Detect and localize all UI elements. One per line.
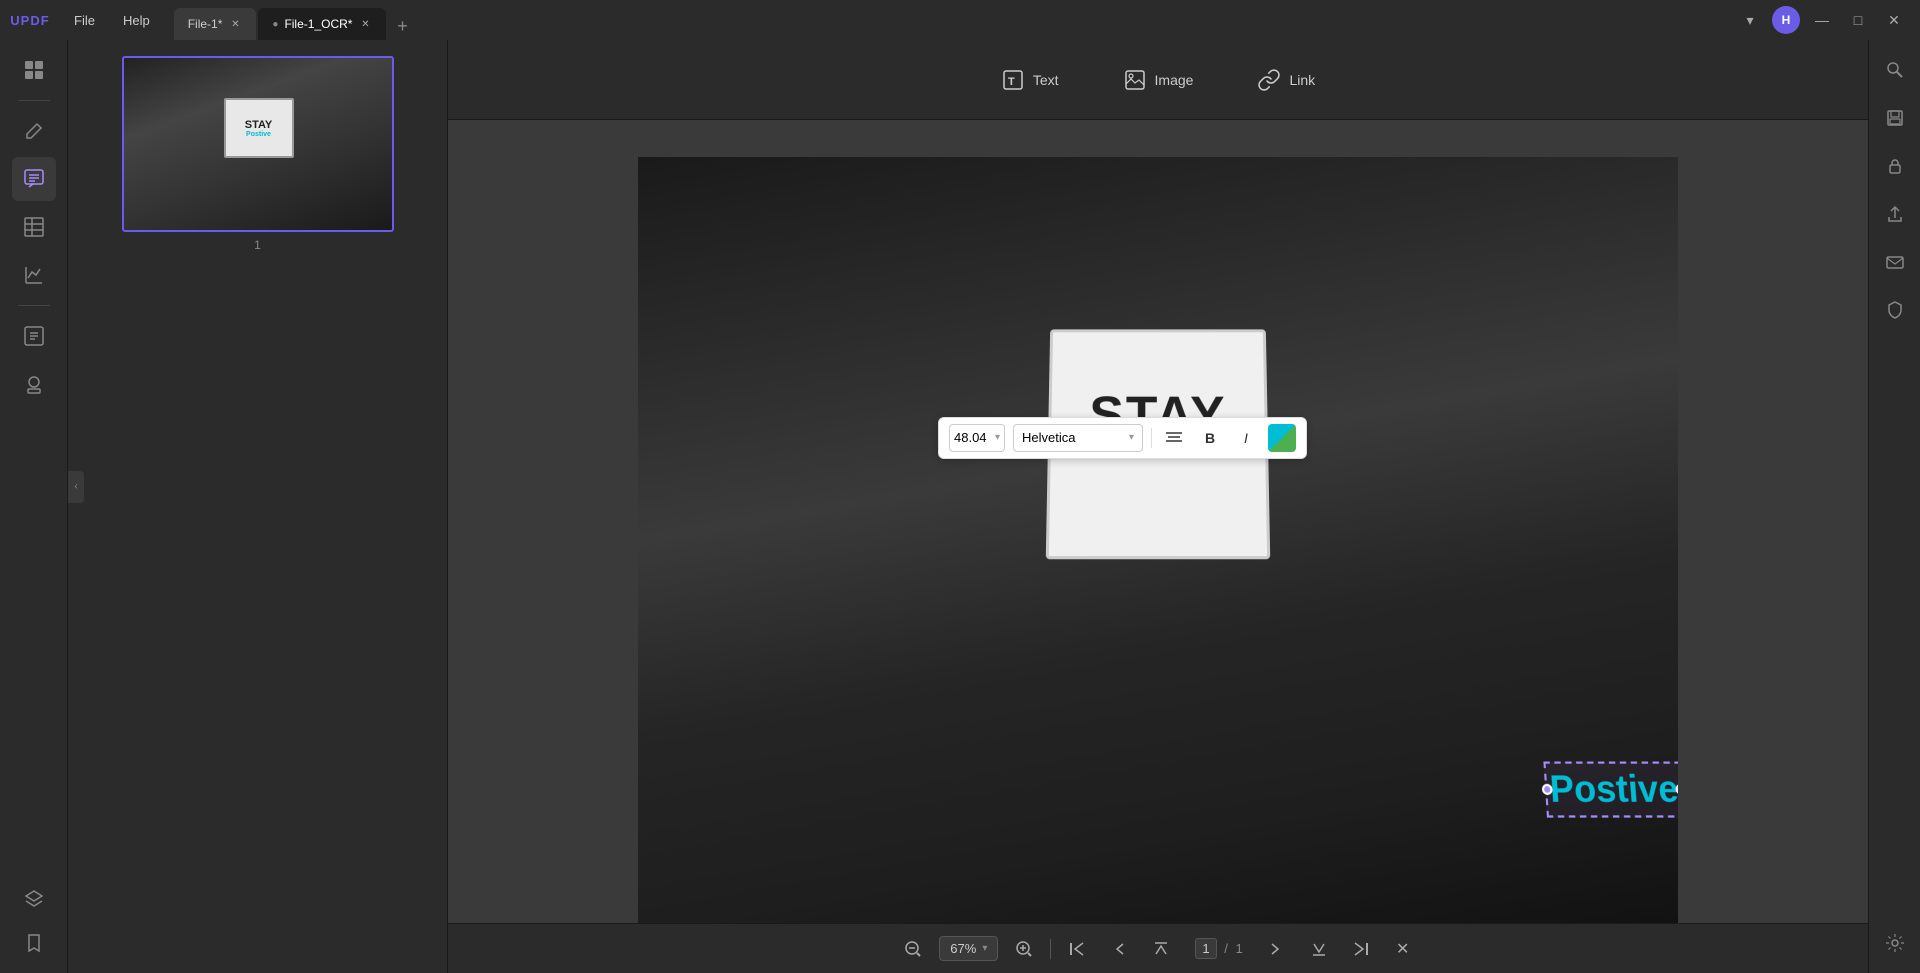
window-close-btn[interactable]: ✕ — [1880, 6, 1908, 34]
tab-file1-ocr-close[interactable]: ✕ — [358, 17, 372, 31]
sidebar-comment-icon[interactable] — [12, 157, 56, 201]
text-selection-box[interactable]: Postive — [1543, 761, 1678, 817]
thumbnail-page-1[interactable]: STAY Postive 1 — [122, 56, 394, 252]
menu-file[interactable]: File — [60, 0, 109, 40]
selection-handle-left[interactable] — [1542, 783, 1553, 794]
bottom-divider-1 — [1050, 939, 1051, 959]
prev-page-top-btn[interactable] — [1145, 933, 1177, 965]
app-logo: UPDF — [0, 13, 60, 28]
page-separator: / — [1224, 941, 1228, 956]
zoom-value: 67% — [950, 941, 976, 956]
tab-file1-ocr-bullet: ● — [272, 19, 278, 30]
zoom-in-btn[interactable] — [1008, 933, 1040, 965]
thumbnail-page-number: 1 — [254, 238, 261, 252]
tab-file1-ocr-label: File-1_OCR* — [284, 17, 352, 31]
tabs-area: File-1* ✕ ● File-1_OCR* ✕ + — [164, 0, 1736, 40]
user-avatar[interactable]: H — [1772, 6, 1800, 34]
right-security-icon[interactable] — [1873, 288, 1917, 332]
sidebar-bottom-group — [12, 877, 56, 965]
prev-page-btn[interactable] — [1103, 933, 1135, 965]
sidebar-divider-1 — [18, 100, 50, 101]
font-name-select[interactable]: Helvetica ▾ — [1013, 424, 1143, 452]
last-page-btn[interactable] — [1345, 933, 1377, 965]
thumbnail-sign-stay: STAY — [245, 119, 273, 131]
sidebar-collapse-arrow[interactable]: ‹ — [68, 471, 84, 503]
right-plugin-icon[interactable] — [1873, 921, 1917, 965]
main-area: ‹ STAY Postive 1 T — [0, 40, 1920, 973]
right-sidebar — [1868, 40, 1920, 973]
menu-help[interactable]: Help — [109, 0, 164, 40]
bottom-bar: 67% ▾ — [448, 923, 1868, 973]
thumbnail-sign-positive: Postive — [246, 131, 271, 138]
sidebar-edit-icon[interactable] — [12, 109, 56, 153]
sidebar-extra-icon[interactable] — [12, 314, 56, 358]
toolbar-text-icon: T — [1001, 68, 1025, 92]
thumbnail-panel: STAY Postive 1 — [68, 40, 448, 973]
next-page-bottom-btn[interactable] — [1303, 933, 1335, 965]
toolbar-link-label: Link — [1289, 72, 1315, 88]
font-size-input[interactable]: 48.04 ▾ — [949, 424, 1005, 452]
first-page-btn[interactable] — [1061, 933, 1093, 965]
align-btn[interactable] — [1160, 424, 1188, 452]
sidebar-layers-icon[interactable] — [12, 877, 56, 921]
font-name-value: Helvetica — [1022, 430, 1075, 445]
font-size-arrow: ▾ — [995, 432, 1000, 443]
toolbar-link-btn[interactable]: Link — [1241, 60, 1331, 100]
toolbar-link-icon — [1257, 68, 1281, 92]
ft-divider-1 — [1151, 428, 1152, 448]
svg-text:T: T — [1008, 76, 1015, 88]
content-area: T Text Image — [448, 40, 1868, 973]
zoom-arrow: ▾ — [982, 943, 987, 954]
dropdown-btn[interactable]: ▾ — [1736, 6, 1764, 34]
page-display: 1 / 1 — [1187, 941, 1250, 956]
total-pages: 1 — [1235, 941, 1242, 956]
bold-btn[interactable]: B — [1196, 424, 1224, 452]
font-name-arrow: ▾ — [1129, 432, 1134, 443]
titlebar: UPDF File Help File-1* ✕ ● File-1_OCR* ✕… — [0, 0, 1920, 40]
sidebar-thumbnails-icon[interactable] — [12, 48, 56, 92]
right-email-icon[interactable] — [1873, 240, 1917, 284]
format-toolbar: 48.04 ▾ Helvetica ▾ — [938, 417, 1307, 459]
tab-file1-label: File-1* — [188, 17, 223, 31]
zoom-out-btn[interactable] — [897, 933, 929, 965]
tab-file1-ocr[interactable]: ● File-1_OCR* ✕ — [258, 8, 386, 40]
right-search-icon[interactable] — [1873, 48, 1917, 92]
sidebar-bookmark-icon[interactable] — [12, 921, 56, 965]
sidebar-table-icon[interactable] — [12, 205, 56, 249]
thumbnail-image: STAY Postive — [122, 56, 394, 232]
sidebar-graph-icon[interactable] — [12, 253, 56, 297]
color-picker-btn[interactable] — [1268, 424, 1296, 452]
toolbar-image-icon — [1123, 68, 1147, 92]
current-page[interactable]: 1 — [1195, 938, 1216, 959]
maximize-btn[interactable]: □ — [1844, 6, 1872, 34]
sidebar-divider-2 — [18, 305, 50, 306]
minimize-btn[interactable]: — — [1808, 6, 1836, 34]
right-sidebar-bottom — [1873, 921, 1917, 965]
right-lock-icon[interactable] — [1873, 144, 1917, 188]
italic-btn[interactable]: I — [1232, 424, 1260, 452]
new-tab-button[interactable]: + — [388, 12, 416, 40]
tab-file1-close[interactable]: ✕ — [228, 17, 242, 31]
right-save-icon[interactable] — [1873, 96, 1917, 140]
pdf-page[interactable]: STAY Postive 48.04 ▾ Helvetica — [638, 157, 1678, 937]
thumbnail-sign: STAY Postive — [224, 98, 294, 158]
right-share-icon[interactable] — [1873, 192, 1917, 236]
canvas-area: STAY Postive 48.04 ▾ Helvetica — [448, 120, 1868, 973]
font-size-value: 48.04 — [954, 430, 987, 445]
top-toolbar: T Text Image — [448, 40, 1868, 120]
left-sidebar — [0, 40, 68, 973]
tab-file1[interactable]: File-1* ✕ — [174, 8, 257, 40]
toolbar-text-btn[interactable]: T Text — [985, 60, 1075, 100]
sidebar-stamp-icon[interactable] — [12, 362, 56, 406]
next-page-btn[interactable] — [1261, 933, 1293, 965]
toolbar-image-label: Image — [1155, 72, 1194, 88]
titlebar-right: ▾ H — □ ✕ — [1736, 6, 1920, 34]
toolbar-text-label: Text — [1033, 72, 1059, 88]
zoom-level-display[interactable]: 67% ▾ — [939, 936, 998, 961]
toolbar-image-btn[interactable]: Image — [1107, 60, 1210, 100]
sign-text-postive: Postive — [1549, 767, 1678, 811]
close-view-btn[interactable]: ✕ — [1387, 933, 1419, 965]
